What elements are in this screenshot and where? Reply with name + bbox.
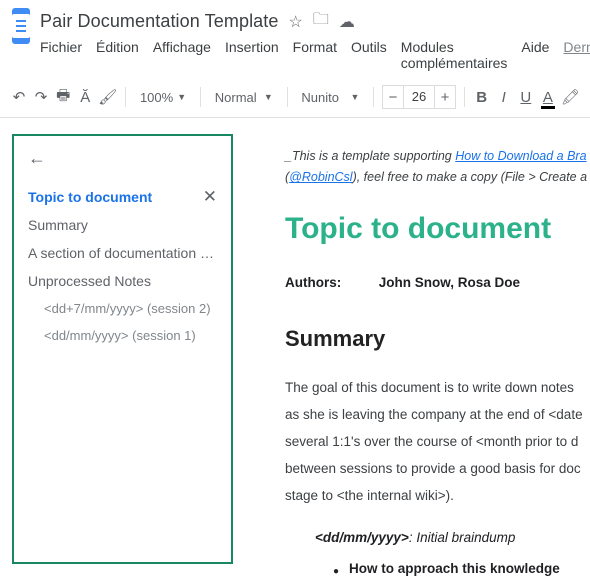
text-color-button[interactable]: A — [539, 83, 557, 111]
intro-handle-link[interactable]: @RobinCsl — [289, 170, 352, 184]
font-size-stepper: − 26 + — [382, 85, 456, 109]
chevron-down-icon: ▼ — [264, 92, 273, 102]
paragraph-style-select[interactable]: Normal ▼ — [209, 90, 279, 105]
summary-paragraph: The goal of this document is to write do… — [285, 374, 590, 509]
cloud-icon[interactable]: ☁ — [339, 12, 355, 32]
menu-tools[interactable]: Outils — [351, 39, 387, 71]
menu-help[interactable]: Aide — [521, 39, 549, 71]
redo-icon[interactable]: ↷ — [32, 83, 50, 111]
font-size-increase[interactable]: + — [434, 85, 456, 109]
font-size-value[interactable]: 26 — [404, 85, 434, 109]
authors-names: John Snow, Rosa Doe — [379, 275, 520, 290]
menu-format[interactable]: Format — [293, 39, 337, 71]
intro-text: _This is a template supporting How to Do… — [285, 146, 590, 189]
undo-icon[interactable]: ↶ — [10, 83, 28, 111]
zoom-value: 100% — [140, 90, 173, 105]
font-select[interactable]: Nunito ▼ — [295, 90, 365, 105]
outline-subitem[interactable]: <dd/mm/yyyy> (session 1) — [22, 322, 223, 349]
underline-button[interactable]: U — [517, 83, 535, 111]
outline-item[interactable]: Summary — [22, 211, 223, 239]
highlight-icon[interactable]: 🖍 — [561, 83, 580, 111]
paint-format-icon[interactable]: 🖌 — [98, 83, 117, 111]
menu-view[interactable]: Affichage — [153, 39, 211, 71]
last-edit-link[interactable]: Derniè — [563, 39, 590, 71]
outline-active-heading[interactable]: Topic to document — [28, 189, 152, 205]
stage-title: <dd/mm/yyyy>: Initial braindump — [315, 527, 590, 550]
outline-panel: ← Topic to document ✕ Summary A section … — [0, 118, 245, 576]
menubar: Fichier Édition Affichage Insertion Form… — [40, 39, 590, 71]
print-icon[interactable]: 🖶 — [54, 83, 72, 111]
bullet-item: How to approach this knowledge — [333, 558, 590, 576]
menu-edit[interactable]: Édition — [96, 39, 139, 71]
page-title: Topic to document — [285, 203, 590, 254]
chevron-down-icon: ▼ — [177, 92, 186, 102]
font-size-decrease[interactable]: − — [382, 85, 404, 109]
star-icon[interactable]: ☆ — [289, 12, 303, 32]
style-value: Normal — [215, 90, 257, 105]
bold-button[interactable]: B — [473, 83, 491, 111]
document-canvas[interactable]: _This is a template supporting How to Do… — [245, 118, 590, 576]
zoom-select[interactable]: 100% ▼ — [134, 90, 192, 105]
menu-file[interactable]: Fichier — [40, 39, 82, 71]
outline-item[interactable]: A section of documentation dr… — [22, 239, 223, 267]
intro-link[interactable]: How to Download a Bra — [455, 149, 586, 163]
outline-item[interactable]: Unprocessed Notes — [22, 267, 223, 295]
summary-heading: Summary — [285, 320, 590, 357]
outline-subitem[interactable]: <dd+7/mm/yyyy> (session 2) — [22, 295, 223, 322]
close-icon[interactable]: ✕ — [203, 187, 217, 207]
doc-title[interactable]: Pair Documentation Template — [40, 11, 279, 32]
italic-button[interactable]: I — [495, 83, 513, 111]
toolbar: ↶ ↷ 🖶 Ă 🖌 100% ▼ Normal ▼ Nunito ▼ − 26 + B… — [0, 77, 590, 118]
move-icon[interactable]: 🗀 — [313, 8, 329, 35]
font-value: Nunito — [301, 90, 339, 105]
authors-row: Authors: John Snow, Rosa Doe — [285, 272, 590, 295]
authors-label: Authors: — [285, 272, 375, 295]
menu-addons[interactable]: Modules complémentaires — [401, 39, 508, 71]
chevron-down-icon: ▼ — [350, 92, 359, 102]
menu-insert[interactable]: Insertion — [225, 39, 279, 71]
docs-logo[interactable] — [12, 8, 30, 44]
outline-back-icon[interactable]: ← — [28, 148, 46, 169]
spellcheck-icon[interactable]: Ă — [76, 83, 94, 111]
